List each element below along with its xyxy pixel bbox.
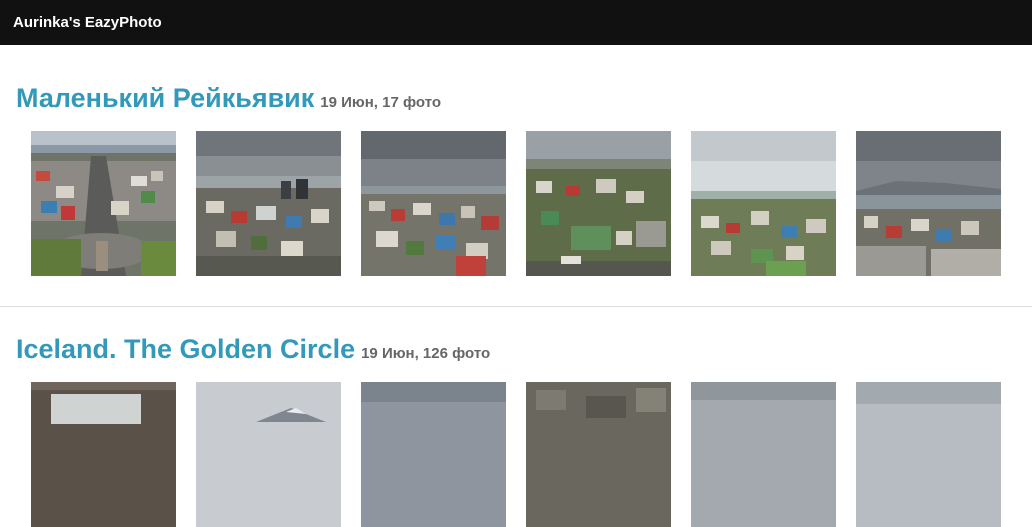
photo-image	[526, 382, 671, 527]
album-title-link[interactable]: Маленький Рейкьявик	[16, 83, 314, 113]
album-thumbnails	[31, 131, 1001, 276]
photo-image	[196, 131, 341, 276]
photo-image	[856, 131, 1001, 276]
photo-image	[856, 382, 1001, 527]
site-title-link[interactable]: Aurinka's EazyPhoto	[13, 13, 162, 33]
photo-thumbnail[interactable]	[196, 382, 341, 527]
photo-thumbnail[interactable]	[691, 382, 836, 527]
photo-image	[196, 382, 341, 527]
photo-thumbnail[interactable]	[691, 131, 836, 276]
album-title-link[interactable]: Iceland. The Golden Circle	[16, 334, 355, 364]
photo-image	[31, 131, 176, 276]
photo-thumbnail[interactable]	[856, 382, 1001, 527]
photo-thumbnail[interactable]	[856, 131, 1001, 276]
photo-image	[691, 382, 836, 527]
album-divider	[0, 306, 1032, 307]
top-navigation-bar: Aurinka's EazyPhoto	[0, 0, 1032, 45]
photo-image	[361, 131, 506, 276]
photo-thumbnail[interactable]	[361, 382, 506, 527]
photo-thumbnail[interactable]	[526, 382, 671, 527]
photo-image	[361, 382, 506, 527]
photo-image	[31, 382, 176, 527]
album-thumbnails	[31, 382, 1001, 527]
photo-image	[691, 131, 836, 276]
photo-image	[526, 131, 671, 276]
album-header: Маленький Рейкьявик 19 Июн, 17 фото	[16, 83, 441, 114]
photo-thumbnail[interactable]	[31, 382, 176, 527]
photo-thumbnail[interactable]	[361, 131, 506, 276]
album-meta: 19 Июн, 17 фото	[320, 94, 442, 111]
photo-thumbnail[interactable]	[31, 131, 176, 276]
photo-thumbnail[interactable]	[526, 131, 671, 276]
photo-thumbnail[interactable]	[196, 131, 341, 276]
album-meta: 19 Июн, 126 фото	[361, 345, 491, 362]
album-header: Iceland. The Golden Circle 19 Июн, 126 фо…	[16, 334, 490, 365]
